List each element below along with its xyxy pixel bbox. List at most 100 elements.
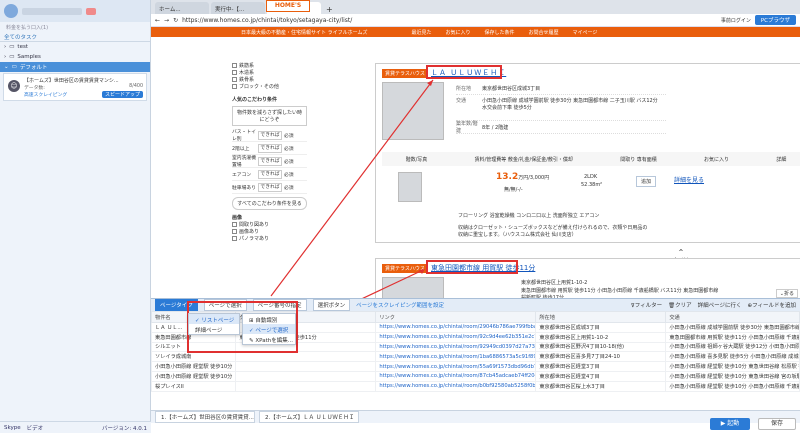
table-cell[interactable]: 東京都世田谷区喜多見7丁目24-10 bbox=[535, 351, 667, 363]
all-tasks-header[interactable]: 全てのタスク bbox=[0, 32, 150, 42]
folder-samples[interactable]: › ▭ Samples bbox=[0, 52, 150, 62]
speedup-button[interactable]: スピードアップ bbox=[101, 91, 143, 98]
clear-button[interactable]: 🗑クリア bbox=[668, 301, 692, 309]
forward-icon[interactable]: → bbox=[164, 17, 169, 24]
table-cell[interactable]: 東京都世田谷区経堂4丁目 bbox=[535, 370, 667, 382]
menu-item-list-page[interactable]: ✓ リストページ bbox=[189, 314, 239, 324]
table-cell[interactable]: https://www.homes.co.jp/chintai/room/87c… bbox=[375, 370, 537, 382]
floorplan-image[interactable] bbox=[398, 172, 422, 202]
table-cell[interactable]: 東京都世田谷区経堂3丁目 bbox=[535, 361, 667, 372]
table-cell[interactable]: 小田急小田原線 成城学園前駅 徒歩30分 東急田園都市線 二子玉川 bbox=[665, 322, 800, 333]
nav-recent[interactable]: 最近見た bbox=[411, 29, 431, 36]
site-logo[interactable]: HOME'S bbox=[266, 0, 310, 12]
table-cell[interactable]: https://www.homes.co.jp/chintai/room/92c… bbox=[375, 331, 537, 343]
table-cell[interactable] bbox=[235, 351, 377, 363]
detail-link[interactable]: 詳細を見る bbox=[674, 175, 704, 184]
table-cell[interactable]: 東京都世田谷区野沢4丁目10-18(他) bbox=[535, 341, 667, 353]
table-cell[interactable]: 小田急小田原線 経堂駅 徒歩10分 東急世田谷線 松原駅 徒歩 bbox=[665, 361, 800, 372]
detail-page-button[interactable]: 詳細ページに行く bbox=[698, 301, 742, 309]
nav-history[interactable]: お問合せ履歴 bbox=[529, 29, 559, 36]
task-item[interactable]: ☺ 【ホームズ】世田谷区の賃貸賃貸マンシ... データ数: 8/400 高速スクレ… bbox=[3, 73, 147, 101]
select-button-dropdown[interactable]: 選択ボタン bbox=[312, 299, 351, 311]
table-cell[interactable]: https://www.homes.co.jp/chintai/room/1ba… bbox=[375, 351, 537, 363]
menu-item-page-select[interactable]: ✓ ページで選択 bbox=[243, 324, 295, 334]
task-tab-1[interactable]: 1.【ホームズ】世田谷区の賃貸賃貸... bbox=[155, 411, 255, 423]
filter-image[interactable]: 画像あり bbox=[232, 228, 307, 235]
building-photo[interactable] bbox=[382, 82, 444, 140]
scrape-range-hint[interactable]: ページをスクレイピング範囲を設定 bbox=[356, 301, 444, 309]
table-row[interactable]: ソレイラ成城南 https://www.homes.co.jp/chintai/r… bbox=[150, 351, 800, 363]
table-row[interactable]: 小田急小田原線 経堂駅 徒歩10分 https://www.homes.co.jp… bbox=[150, 361, 800, 372]
table-row[interactable]: 小田急小田原線 経堂駅 徒歩10分 https://www.homes.co.jp… bbox=[150, 370, 800, 382]
menu-item-auto[interactable]: ⊞ 自動識別 bbox=[243, 314, 295, 324]
listing-card: 賃貸テラスハウス ＬＡ ＵＬＵＷＥＨＩ 所在地 東京都世田谷区成城3丁目 交通 小田… bbox=[375, 63, 800, 243]
menu-item-detail-page[interactable]: 詳細ページ bbox=[189, 324, 239, 334]
table-cell[interactable]: 東急田園都市線 用賀駅 徒歩11分 小田急小田原線 千歳船橋駅 bbox=[665, 331, 800, 343]
chevron-right-icon: › bbox=[4, 44, 7, 50]
table-cell[interactable]: 小田急小田原線 経堂駅 徒歩10分 bbox=[150, 361, 237, 372]
left-footer: Skype ビデオ バージョン: 4.0.1 bbox=[0, 421, 151, 433]
reload-icon[interactable]: ↻ bbox=[173, 17, 178, 24]
pre-login-link[interactable]: 事前ログイン bbox=[721, 17, 751, 24]
filter-wood[interactable]: 木造系 bbox=[232, 69, 307, 76]
all-conditions-button[interactable]: すべてのこだわり条件を見る bbox=[232, 197, 307, 210]
room-area: 52.38m² bbox=[581, 182, 603, 188]
table-cell[interactable]: https://www.homes.co.jp/chintai/room/929… bbox=[375, 341, 537, 353]
table-cell[interactable]: 小田急小田原線 喜多見駅 徒歩5分 小田急小田原線 成城学園前駅 bbox=[665, 351, 800, 363]
comment-text: 収納はクローゼット・シューズボックスなどが備え付けられるので、衣類や日用品の収納… bbox=[458, 225, 648, 238]
back-icon[interactable]: ← bbox=[155, 17, 160, 24]
col-header[interactable]: 所在地 bbox=[535, 311, 667, 323]
filter-panorama[interactable]: パノラマあり bbox=[232, 235, 307, 242]
table-cell[interactable]: 東京都世田谷区桜上水3丁目 bbox=[535, 380, 667, 392]
version-text: バージョン: 4.0.1 bbox=[102, 425, 147, 432]
add-field-button[interactable]: ⊕フィールドを追加 bbox=[748, 301, 797, 309]
building-photo[interactable] bbox=[382, 277, 444, 299]
skype-link[interactable]: Skype bbox=[4, 425, 21, 431]
table-cell[interactable]: 東京都世田谷区上用賀1-10-2 bbox=[535, 331, 667, 343]
col-header[interactable]: 交通 bbox=[665, 311, 800, 323]
image-heading: 画像 bbox=[232, 215, 243, 221]
menu-item-xpath[interactable]: ✎ XPathを編集... bbox=[243, 334, 295, 344]
site-tagline: 日本最大級の不動産・住宅情報サイト ライフルホームズ bbox=[241, 29, 368, 36]
table-cell[interactable]: ソレイラ成城南 bbox=[150, 351, 237, 363]
nav-saved[interactable]: 保存した条件 bbox=[484, 29, 514, 36]
table-cell[interactable]: https://www.homes.co.jp/chintai/room/55a… bbox=[375, 361, 537, 372]
table-cell[interactable] bbox=[235, 361, 377, 372]
table-cell[interactable]: 桜プレイスII bbox=[150, 380, 237, 392]
col-header[interactable]: リンク bbox=[375, 311, 537, 323]
filter-rc[interactable]: 鉄筋系 bbox=[232, 62, 307, 69]
save-button[interactable]: 保存 bbox=[758, 418, 796, 430]
avatar[interactable] bbox=[4, 4, 18, 18]
folder-test[interactable]: › ▭ test bbox=[0, 42, 150, 52]
favorite-button[interactable]: 追加 bbox=[636, 176, 657, 187]
nav-favorites[interactable]: お気に入り bbox=[445, 29, 470, 36]
tab-home[interactable]: ホーム... bbox=[155, 2, 209, 14]
folder-icon: ▭ bbox=[11, 64, 17, 70]
table-cell[interactable]: 小田急小田原線 祖師ヶ谷大蔵駅 徒歩12分 小田急小田原線 成城学 bbox=[665, 341, 800, 353]
table-cell[interactable]: https://www.homes.co.jp/chintai/room/290… bbox=[375, 322, 537, 333]
video-link[interactable]: ビデオ bbox=[27, 424, 44, 432]
pc-browser-button[interactable]: PCブラウザ bbox=[754, 15, 796, 25]
filter-floorplan[interactable]: 間取り図あり bbox=[232, 221, 307, 228]
table-cell[interactable] bbox=[235, 380, 377, 392]
filter-button[interactable]: ⊽フィルター bbox=[631, 301, 662, 309]
popular-heading: 人気のこだわり条件 bbox=[232, 97, 278, 103]
task-tab-2[interactable]: 2.【ホームズ】ＬＡ ＵＬＵＷＥＨＩ bbox=[259, 411, 359, 423]
filter-steel[interactable]: 鉄骨系 bbox=[232, 76, 307, 83]
table-cell[interactable] bbox=[235, 370, 377, 382]
tab-running[interactable]: 実行中-【... bbox=[211, 2, 265, 14]
new-tab-icon[interactable]: + bbox=[323, 5, 336, 14]
folder-default[interactable]: ⌄ ▭ デフォルト bbox=[0, 62, 150, 72]
table-cell[interactable]: 東京都世田谷区成城3丁目 bbox=[535, 322, 667, 333]
table-cell[interactable]: 小田急小田原線 経堂駅 徒歩10分 東急世田谷線 宮の坂駅 徒歩 bbox=[665, 370, 800, 382]
table-cell[interactable]: 小田急小田原線 経堂駅 徒歩10分 bbox=[150, 370, 237, 382]
filter-block[interactable]: ブロック・その他 bbox=[232, 83, 307, 90]
table-cell[interactable]: 小田急小田原線 経堂駅 徒歩10分 小田急小田原線 千歳船橋駅 bbox=[665, 380, 800, 392]
checkbox-icon bbox=[232, 229, 237, 234]
table-cell[interactable]: https://www.homes.co.jp/chintai/room/b0b… bbox=[375, 380, 537, 392]
nav-mypage[interactable]: マイページ bbox=[573, 29, 598, 36]
table-row[interactable]: 桜プレイスII https://www.homes.co.jp/chintai/r… bbox=[150, 380, 800, 392]
collapse-button[interactable]: ⌄折る bbox=[775, 289, 798, 298]
run-button[interactable]: ▶ 起動 bbox=[710, 418, 750, 430]
url-input[interactable]: https://www.homes.co.jp/chintai/tokyo/se… bbox=[182, 17, 717, 24]
